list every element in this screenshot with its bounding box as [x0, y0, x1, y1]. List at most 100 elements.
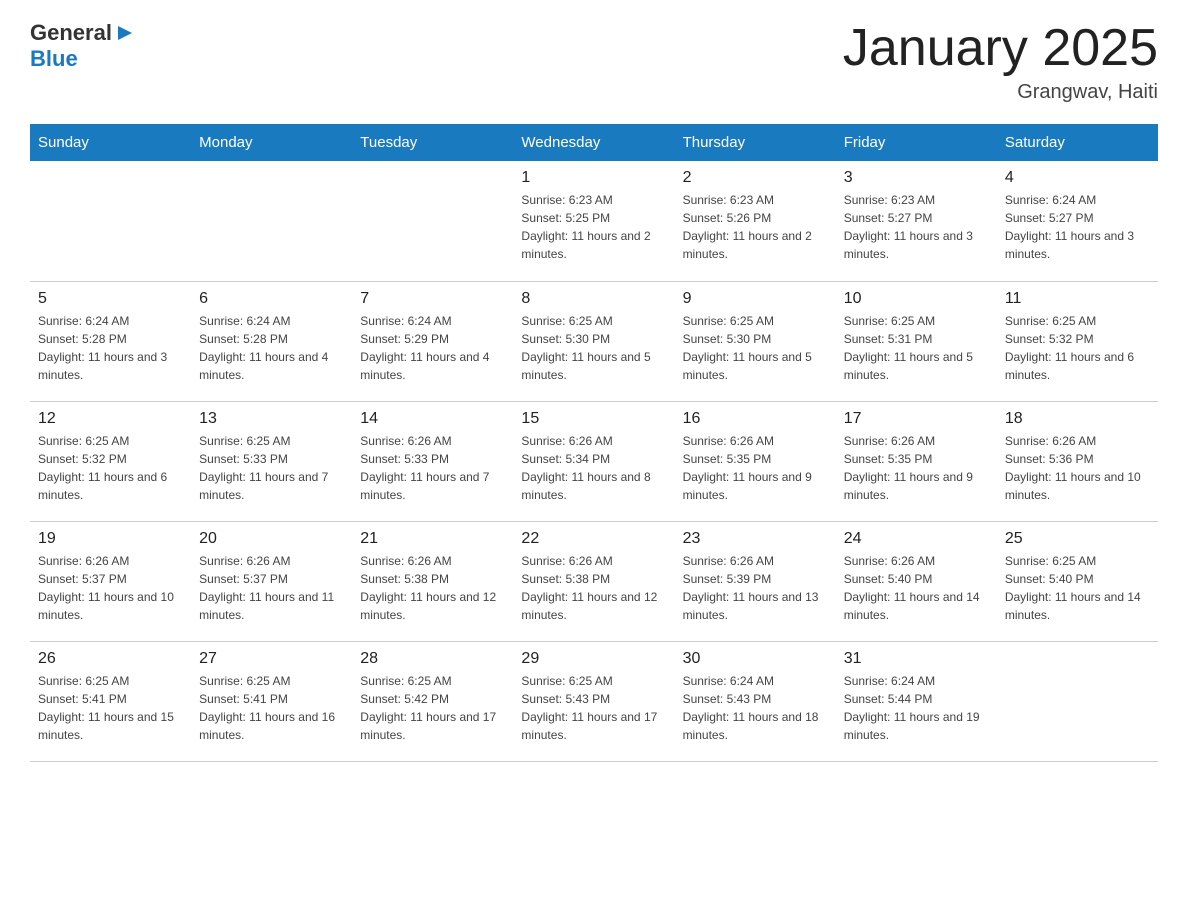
day-info: Sunrise: 6:25 AM Sunset: 5:30 PM Dayligh…	[521, 312, 666, 384]
table-row: 8 Sunrise: 6:25 AM Sunset: 5:30 PM Daylig…	[513, 281, 674, 401]
day-info: Sunrise: 6:26 AM Sunset: 5:35 PM Dayligh…	[683, 432, 828, 504]
calendar-header-row: Sunday Monday Tuesday Wednesday Thursday…	[30, 124, 1158, 161]
table-row: 26Sunrise: 6:25 AM Sunset: 5:41 PM Dayli…	[30, 641, 191, 761]
table-row: 17Sunrise: 6:26 AM Sunset: 5:35 PM Dayli…	[836, 401, 997, 521]
day-number: 5	[38, 290, 183, 308]
day-number: 12	[38, 410, 183, 428]
day-info: Sunrise: 6:25 AM Sunset: 5:30 PM Dayligh…	[683, 312, 828, 384]
day-number: 7	[360, 290, 505, 308]
day-number: 23	[683, 530, 828, 548]
day-number: 27	[199, 650, 344, 668]
calendar-week-row: 5 Sunrise: 6:24 AM Sunset: 5:28 PM Daylig…	[30, 281, 1158, 401]
calendar-week-row: 12 Sunrise: 6:25 AM Sunset: 5:32 PM Dayli…	[30, 401, 1158, 521]
logo-general-text: General	[30, 20, 112, 46]
table-row: 10 Sunrise: 6:25 AM Sunset: 5:31 PM Dayli…	[836, 281, 997, 401]
logo-arrow-icon	[114, 22, 136, 44]
day-number: 15	[521, 410, 666, 428]
table-row: 9 Sunrise: 6:25 AM Sunset: 5:30 PM Daylig…	[675, 281, 836, 401]
day-info: Sunrise: 6:24 AM Sunset: 5:28 PM Dayligh…	[199, 312, 344, 384]
header-monday: Monday	[191, 124, 352, 161]
month-title: January 2025	[843, 20, 1158, 77]
day-info: Sunrise: 6:25 AM Sunset: 5:32 PM Dayligh…	[1005, 312, 1150, 384]
day-number: 29	[521, 650, 666, 668]
day-number: 22	[521, 530, 666, 548]
day-info: Sunrise: 6:26 AM Sunset: 5:33 PM Dayligh…	[360, 432, 505, 504]
day-info: Sunrise: 6:24 AM Sunset: 5:28 PM Dayligh…	[38, 312, 183, 384]
table-row: 27 Sunrise: 6:25 AM Sunset: 5:41 PM Dayli…	[191, 641, 352, 761]
day-number: 4	[1005, 169, 1150, 187]
table-row: 5 Sunrise: 6:24 AM Sunset: 5:28 PM Daylig…	[30, 281, 191, 401]
table-row	[30, 161, 191, 281]
header-thursday: Thursday	[675, 124, 836, 161]
day-info: Sunrise: 6:25 AM Sunset: 5:43 PM Dayligh…	[521, 672, 666, 744]
table-row: 14 Sunrise: 6:26 AM Sunset: 5:33 PM Dayli…	[352, 401, 513, 521]
day-info: Sunrise: 6:24 AM Sunset: 5:27 PM Dayligh…	[1005, 191, 1150, 263]
day-number: 18	[1005, 410, 1150, 428]
day-number: 1	[521, 169, 666, 187]
day-info: Sunrise: 6:24 AM Sunset: 5:44 PM Dayligh…	[844, 672, 989, 744]
day-number: 11	[1005, 290, 1150, 308]
table-row: 18 Sunrise: 6:26 AM Sunset: 5:36 PM Dayli…	[997, 401, 1158, 521]
title-section: January 2025 Grangwav, Haiti	[843, 20, 1158, 104]
day-info: Sunrise: 6:26 AM Sunset: 5:34 PM Dayligh…	[521, 432, 666, 504]
header-saturday: Saturday	[997, 124, 1158, 161]
day-info: Sunrise: 6:23 AM Sunset: 5:25 PM Dayligh…	[521, 191, 666, 263]
day-number: 20	[199, 530, 344, 548]
day-info: Sunrise: 6:26 AM Sunset: 5:35 PM Dayligh…	[844, 432, 989, 504]
day-info: Sunrise: 6:26 AM Sunset: 5:36 PM Dayligh…	[1005, 432, 1150, 504]
table-row: 30Sunrise: 6:24 AM Sunset: 5:43 PM Dayli…	[675, 641, 836, 761]
day-number: 10	[844, 290, 989, 308]
day-info: Sunrise: 6:26 AM Sunset: 5:38 PM Dayligh…	[521, 552, 666, 624]
day-number: 16	[683, 410, 828, 428]
logo-blue-text: Blue	[30, 46, 78, 72]
table-row: 19Sunrise: 6:26 AM Sunset: 5:37 PM Dayli…	[30, 521, 191, 641]
day-number: 6	[199, 290, 344, 308]
table-row	[191, 161, 352, 281]
day-number: 31	[844, 650, 989, 668]
day-info: Sunrise: 6:25 AM Sunset: 5:33 PM Dayligh…	[199, 432, 344, 504]
day-number: 28	[360, 650, 505, 668]
calendar-week-row: 1 Sunrise: 6:23 AM Sunset: 5:25 PM Daylig…	[30, 161, 1158, 281]
table-row: 3 Sunrise: 6:23 AM Sunset: 5:27 PM Daylig…	[836, 161, 997, 281]
day-number: 21	[360, 530, 505, 548]
day-info: Sunrise: 6:26 AM Sunset: 5:37 PM Dayligh…	[38, 552, 183, 624]
day-number: 9	[683, 290, 828, 308]
table-row: 21 Sunrise: 6:26 AM Sunset: 5:38 PM Dayli…	[352, 521, 513, 641]
day-info: Sunrise: 6:25 AM Sunset: 5:40 PM Dayligh…	[1005, 552, 1150, 624]
day-info: Sunrise: 6:23 AM Sunset: 5:27 PM Dayligh…	[844, 191, 989, 263]
table-row: 23Sunrise: 6:26 AM Sunset: 5:39 PM Dayli…	[675, 521, 836, 641]
table-row: 25 Sunrise: 6:25 AM Sunset: 5:40 PM Dayli…	[997, 521, 1158, 641]
calendar-week-row: 19Sunrise: 6:26 AM Sunset: 5:37 PM Dayli…	[30, 521, 1158, 641]
day-number: 3	[844, 169, 989, 187]
logo: General Blue	[30, 20, 136, 72]
table-row	[352, 161, 513, 281]
header-sunday: Sunday	[30, 124, 191, 161]
day-info: Sunrise: 6:25 AM Sunset: 5:41 PM Dayligh…	[199, 672, 344, 744]
table-row: 28Sunrise: 6:25 AM Sunset: 5:42 PM Dayli…	[352, 641, 513, 761]
table-row: 1 Sunrise: 6:23 AM Sunset: 5:25 PM Daylig…	[513, 161, 674, 281]
day-info: Sunrise: 6:25 AM Sunset: 5:32 PM Dayligh…	[38, 432, 183, 504]
table-row: 16 Sunrise: 6:26 AM Sunset: 5:35 PM Dayli…	[675, 401, 836, 521]
calendar-table: Sunday Monday Tuesday Wednesday Thursday…	[30, 124, 1158, 762]
day-number: 14	[360, 410, 505, 428]
location: Grangwav, Haiti	[843, 81, 1158, 104]
table-row: 2Sunrise: 6:23 AM Sunset: 5:26 PM Daylig…	[675, 161, 836, 281]
day-number: 30	[683, 650, 828, 668]
header-friday: Friday	[836, 124, 997, 161]
table-row: 22 Sunrise: 6:26 AM Sunset: 5:38 PM Dayli…	[513, 521, 674, 641]
day-number: 25	[1005, 530, 1150, 548]
table-row: 7 Sunrise: 6:24 AM Sunset: 5:29 PM Daylig…	[352, 281, 513, 401]
day-info: Sunrise: 6:24 AM Sunset: 5:29 PM Dayligh…	[360, 312, 505, 384]
day-info: Sunrise: 6:26 AM Sunset: 5:37 PM Dayligh…	[199, 552, 344, 624]
table-row: 20 Sunrise: 6:26 AM Sunset: 5:37 PM Dayli…	[191, 521, 352, 641]
table-row: 4 Sunrise: 6:24 AM Sunset: 5:27 PM Daylig…	[997, 161, 1158, 281]
table-row: 12 Sunrise: 6:25 AM Sunset: 5:32 PM Dayli…	[30, 401, 191, 521]
day-info: Sunrise: 6:23 AM Sunset: 5:26 PM Dayligh…	[683, 191, 828, 263]
day-number: 24	[844, 530, 989, 548]
day-info: Sunrise: 6:25 AM Sunset: 5:31 PM Dayligh…	[844, 312, 989, 384]
table-row: 6 Sunrise: 6:24 AM Sunset: 5:28 PM Daylig…	[191, 281, 352, 401]
header-tuesday: Tuesday	[352, 124, 513, 161]
page-header: General Blue January 2025 Grangwav, Hait…	[30, 20, 1158, 104]
day-info: Sunrise: 6:26 AM Sunset: 5:38 PM Dayligh…	[360, 552, 505, 624]
day-number: 8	[521, 290, 666, 308]
